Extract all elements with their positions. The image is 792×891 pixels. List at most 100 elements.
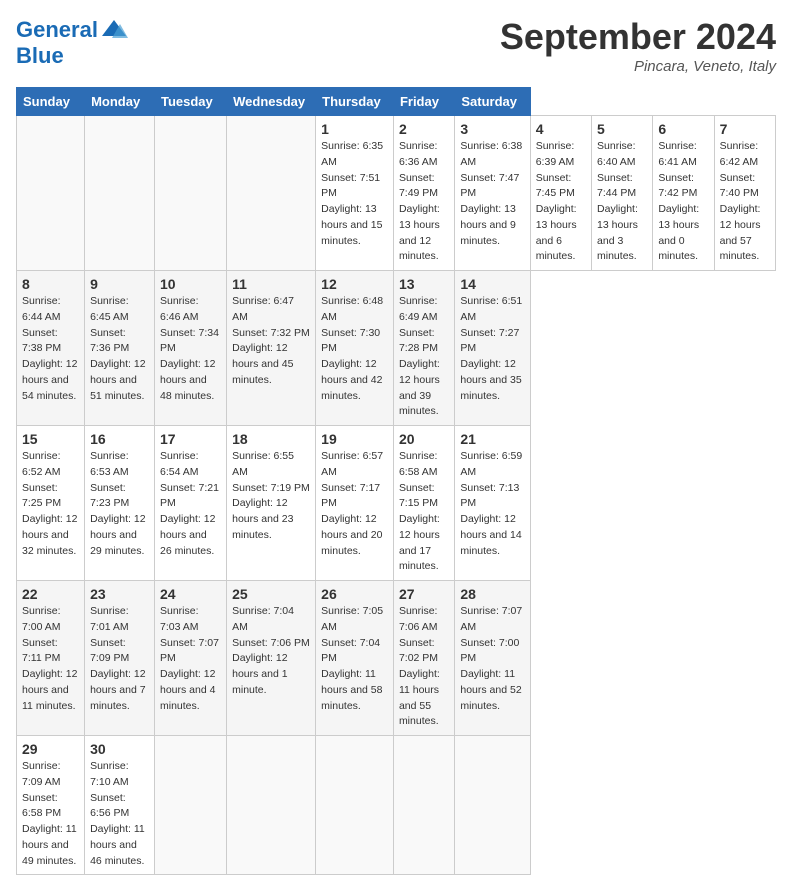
calendar-day-cell: 18Sunrise: 6:55 AMSunset: 7:19 PMDayligh…	[227, 426, 316, 581]
calendar-day-cell: 9 Sunrise: 6:45 AMSunset: 7:36 PMDaylight…	[85, 271, 155, 426]
day-info: Sunrise: 6:55 AMSunset: 7:19 PMDaylight:…	[232, 449, 310, 544]
day-info: Sunrise: 7:03 AMSunset: 7:07 PMDaylight:…	[160, 604, 221, 714]
calendar-empty-cell	[154, 736, 226, 875]
logo: General Blue	[16, 16, 128, 68]
day-info: Sunrise: 6:59 AMSunset: 7:13 PMDaylight:…	[460, 449, 524, 559]
calendar-day-cell: 28 Sunrise: 7:07 AMSunset: 7:00 PMDayligh…	[455, 581, 530, 736]
calendar-day-cell: 19 Sunrise: 6:57 AMSunset: 7:17 PMDayligh…	[316, 426, 394, 581]
day-info: Sunrise: 7:07 AMSunset: 7:00 PMDaylight:…	[460, 604, 524, 714]
day-number: 7	[720, 121, 770, 137]
calendar-day-cell: 1Sunrise: 6:35 AMSunset: 7:51 PMDaylight…	[316, 116, 394, 271]
calendar-day-cell: 12Sunrise: 6:48 AMSunset: 7:30 PMDayligh…	[316, 271, 394, 426]
calendar-day-cell: 15Sunrise: 6:52 AMSunset: 7:25 PMDayligh…	[17, 426, 85, 581]
calendar-empty-cell	[227, 116, 316, 271]
day-number: 30	[90, 741, 149, 757]
day-number: 17	[160, 431, 221, 447]
day-info: Sunrise: 6:54 AMSunset: 7:21 PMDaylight:…	[160, 449, 221, 559]
title-block: September 2024 Pincara, Veneto, Italy	[500, 16, 776, 75]
logo-blue-text: Blue	[16, 44, 128, 68]
calendar-week-row: 15Sunrise: 6:52 AMSunset: 7:25 PMDayligh…	[17, 426, 776, 581]
day-number: 1	[321, 121, 388, 137]
day-info: Sunrise: 6:40 AMSunset: 7:44 PMDaylight:…	[597, 139, 647, 265]
day-number: 22	[22, 586, 79, 602]
calendar-empty-cell	[227, 736, 316, 875]
header-tuesday: Tuesday	[154, 88, 226, 116]
calendar-day-cell: 29Sunrise: 7:09 AMSunset: 6:58 PMDayligh…	[17, 736, 85, 875]
day-number: 21	[460, 431, 524, 447]
calendar-empty-cell	[85, 116, 155, 271]
day-info: Sunrise: 6:49 AMSunset: 7:28 PMDaylight:…	[399, 294, 449, 420]
header-wednesday: Wednesday	[227, 88, 316, 116]
location: Pincara, Veneto, Italy	[500, 58, 776, 75]
day-info: Sunrise: 6:41 AMSunset: 7:42 PMDaylight:…	[658, 139, 708, 265]
day-number: 15	[22, 431, 79, 447]
day-number: 16	[90, 431, 149, 447]
day-number: 6	[658, 121, 708, 137]
day-info: Sunrise: 7:06 AMSunset: 7:02 PMDaylight:…	[399, 604, 449, 730]
day-info: Sunrise: 7:01 AMSunset: 7:09 PMDaylight:…	[90, 604, 149, 714]
calendar-empty-cell	[393, 736, 454, 875]
day-info: Sunrise: 7:09 AMSunset: 6:58 PMDaylight:…	[22, 759, 79, 869]
day-info: Sunrise: 6:44 AMSunset: 7:38 PMDaylight:…	[22, 294, 79, 404]
day-info: Sunrise: 6:42 AMSunset: 7:40 PMDaylight:…	[720, 139, 770, 265]
day-number: 19	[321, 431, 388, 447]
calendar-day-cell: 16 Sunrise: 6:53 AMSunset: 7:23 PMDayligh…	[85, 426, 155, 581]
day-number: 2	[399, 121, 449, 137]
month-title: September 2024	[500, 16, 776, 58]
day-number: 27	[399, 586, 449, 602]
day-info: Sunrise: 6:53 AMSunset: 7:23 PMDaylight:…	[90, 449, 149, 559]
calendar-week-row: 22Sunrise: 7:00 AMSunset: 7:11 PMDayligh…	[17, 581, 776, 736]
day-number: 9	[90, 276, 149, 292]
calendar-day-cell: 23 Sunrise: 7:01 AMSunset: 7:09 PMDayligh…	[85, 581, 155, 736]
calendar-table: SundayMondayTuesdayWednesdayThursdayFrid…	[16, 87, 776, 875]
day-number: 3	[460, 121, 524, 137]
day-number: 20	[399, 431, 449, 447]
calendar-week-row: 8 Sunrise: 6:44 AMSunset: 7:38 PMDaylight…	[17, 271, 776, 426]
calendar-day-cell: 8 Sunrise: 6:44 AMSunset: 7:38 PMDaylight…	[17, 271, 85, 426]
header-thursday: Thursday	[316, 88, 394, 116]
calendar-week-row: 29Sunrise: 7:09 AMSunset: 6:58 PMDayligh…	[17, 736, 776, 875]
calendar-day-cell: 13 Sunrise: 6:49 AMSunset: 7:28 PMDayligh…	[393, 271, 454, 426]
calendar-day-cell: 27 Sunrise: 7:06 AMSunset: 7:02 PMDayligh…	[393, 581, 454, 736]
calendar-day-cell: 30 Sunrise: 7:10 AMSunset: 6:56 PMDayligh…	[85, 736, 155, 875]
calendar-day-cell: 21 Sunrise: 6:59 AMSunset: 7:13 PMDayligh…	[455, 426, 530, 581]
calendar-day-cell: 17 Sunrise: 6:54 AMSunset: 7:21 PMDayligh…	[154, 426, 226, 581]
calendar-week-row: 1Sunrise: 6:35 AMSunset: 7:51 PMDaylight…	[17, 116, 776, 271]
calendar-day-cell: 20Sunrise: 6:58 AMSunset: 7:15 PMDayligh…	[393, 426, 454, 581]
day-number: 14	[460, 276, 524, 292]
calendar-day-cell: 6 Sunrise: 6:41 AMSunset: 7:42 PMDaylight…	[653, 116, 714, 271]
day-number: 5	[597, 121, 647, 137]
day-info: Sunrise: 6:39 AMSunset: 7:45 PMDaylight:…	[536, 139, 586, 265]
logo-icon	[100, 16, 128, 44]
day-number: 10	[160, 276, 221, 292]
day-number: 23	[90, 586, 149, 602]
day-info: Sunrise: 6:38 AMSunset: 7:47 PMDaylight:…	[460, 139, 524, 249]
day-info: Sunrise: 6:45 AMSunset: 7:36 PMDaylight:…	[90, 294, 149, 404]
day-number: 13	[399, 276, 449, 292]
day-number: 24	[160, 586, 221, 602]
header-monday: Monday	[85, 88, 155, 116]
day-number: 8	[22, 276, 79, 292]
calendar-day-cell: 10Sunrise: 6:46 AMSunset: 7:34 PMDayligh…	[154, 271, 226, 426]
calendar-empty-cell	[316, 736, 394, 875]
calendar-day-cell: 26 Sunrise: 7:05 AMSunset: 7:04 PMDayligh…	[316, 581, 394, 736]
header-saturday: Saturday	[455, 88, 530, 116]
header-friday: Friday	[393, 88, 454, 116]
calendar-header-row: SundayMondayTuesdayWednesdayThursdayFrid…	[17, 88, 776, 116]
day-info: Sunrise: 6:51 AMSunset: 7:27 PMDaylight:…	[460, 294, 524, 404]
day-info: Sunrise: 7:05 AMSunset: 7:04 PMDaylight:…	[321, 604, 388, 714]
day-number: 26	[321, 586, 388, 602]
calendar-day-cell: 25 Sunrise: 7:04 AMSunset: 7:06 PMDayligh…	[227, 581, 316, 736]
day-info: Sunrise: 7:10 AMSunset: 6:56 PMDaylight:…	[90, 759, 149, 869]
day-info: Sunrise: 6:36 AMSunset: 7:49 PMDaylight:…	[399, 139, 449, 265]
calendar-day-cell: 4 Sunrise: 6:39 AMSunset: 7:45 PMDaylight…	[530, 116, 591, 271]
day-number: 4	[536, 121, 586, 137]
day-info: Sunrise: 7:04 AMSunset: 7:06 PMDaylight:…	[232, 604, 310, 699]
day-number: 28	[460, 586, 524, 602]
page-header: General Blue September 2024 Pincara, Ven…	[16, 16, 776, 75]
day-info: Sunrise: 6:57 AMSunset: 7:17 PMDaylight:…	[321, 449, 388, 559]
calendar-day-cell: 5 Sunrise: 6:40 AMSunset: 7:44 PMDaylight…	[592, 116, 653, 271]
logo-text: General	[16, 18, 98, 42]
calendar-empty-cell	[455, 736, 530, 875]
day-number: 25	[232, 586, 310, 602]
